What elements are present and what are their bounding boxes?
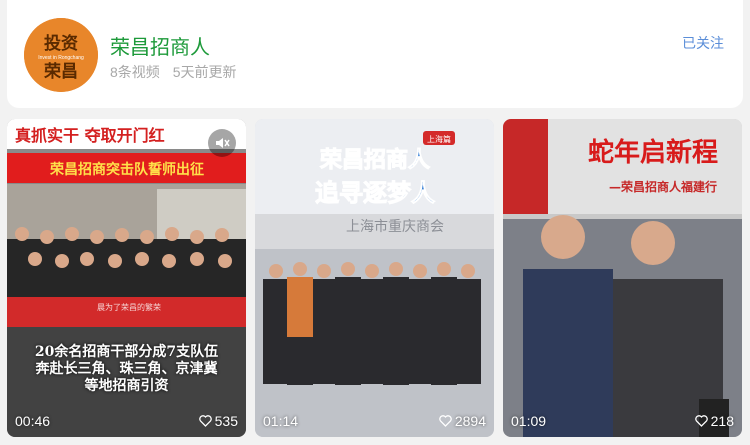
heart-icon: [694, 415, 708, 427]
caption-line: 等地招商引资: [84, 378, 169, 394]
video-title-1: 荣昌招商人: [319, 147, 430, 173]
banner-top: 真抓实干 夺取开门红: [15, 126, 165, 145]
video-card[interactable]: 上海篇 荣昌招商人 追寻逐梦人 上海市重庆商会 01:14 2894: [255, 119, 494, 437]
video-caption: 20余名招商干部分成7支队伍 奔赴长三角、珠三角、京津冀 等地招商引资: [7, 344, 246, 395]
follow-button[interactable]: 已关注: [682, 33, 724, 53]
video-subtitle: —荣昌招商人福建行: [609, 179, 717, 194]
update-time: 5天前更新: [172, 64, 237, 80]
video-small-label: 晨为了荣昌的繁荣: [97, 303, 161, 312]
channel-meta: 8条视频 5天前更新: [110, 62, 236, 82]
heart-icon: [198, 415, 212, 427]
likes: 218: [694, 413, 734, 429]
video-tag: 上海篇: [427, 134, 451, 144]
video-duration: 01:14: [263, 413, 299, 429]
channel-header: 投资 Invest in Rongchang 荣昌 荣昌招商人 8条视频 5天前…: [7, 0, 743, 108]
logo-text-top: 投资: [44, 33, 78, 54]
video-card[interactable]: 真抓实干 夺取开门红 荣昌招商突击队誓师出征 晨为了荣昌的繁荣 20余名招商干部…: [7, 119, 246, 437]
likes: 535: [198, 413, 238, 429]
like-count: 535: [214, 413, 238, 429]
heart-icon: [439, 415, 452, 427]
caption-line: 20余名招商干部分成7支队伍: [34, 344, 219, 360]
video-duration: 01:09: [511, 413, 547, 429]
channel-logo[interactable]: 投资 Invest in Rongchang 荣昌: [24, 18, 98, 92]
video-card[interactable]: 蛇年启新程 —荣昌招商人福建行 01:09 218: [503, 119, 742, 437]
video-count: 8条视频: [110, 64, 160, 80]
video-title: 蛇年启新程: [588, 137, 718, 168]
banner-bottom: 荣昌招商突击队誓师出征: [49, 161, 204, 178]
channel-title[interactable]: 荣昌招商人: [110, 31, 210, 60]
mute-icon[interactable]: [208, 129, 236, 157]
like-count: 2894: [454, 413, 486, 429]
video-thumbnail: 蛇年启新程 —荣昌招商人福建行: [503, 119, 742, 437]
caption-line: 奔赴长三角、珠三角、京津冀: [35, 361, 218, 377]
logo-subtext: Invest in Rongchang: [38, 55, 84, 61]
logo-text-bottom: 荣昌: [43, 62, 78, 82]
wall-text: 上海市重庆商会: [346, 218, 444, 235]
like-count: 218: [710, 413, 734, 429]
video-thumbnail: 上海篇 荣昌招商人 追寻逐梦人 上海市重庆商会: [255, 119, 494, 437]
video-duration: 00:46: [15, 413, 51, 429]
likes: 2894: [439, 413, 486, 429]
video-title-2: 追寻逐梦人: [315, 179, 435, 207]
